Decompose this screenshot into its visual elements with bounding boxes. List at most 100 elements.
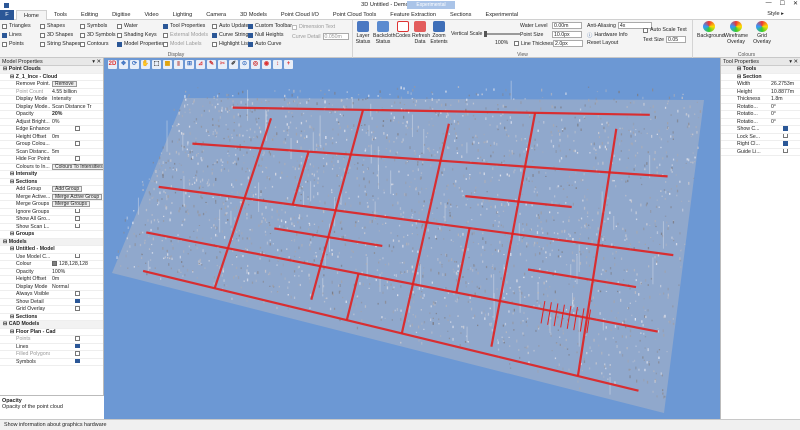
property-value[interactable]: 20% (50, 111, 103, 117)
checkbox[interactable] (75, 126, 80, 131)
property-value[interactable] (50, 298, 103, 306)
property-value[interactable]: 1.8m (769, 96, 800, 102)
move-icon[interactable]: ✥ (119, 60, 128, 69)
property-value[interactable] (50, 336, 103, 343)
category-row[interactable]: ⊟ Groups (0, 231, 103, 239)
checkbox-points[interactable]: Points (2, 41, 24, 47)
checkbox-contours[interactable]: Contours (80, 41, 109, 47)
property-value[interactable] (50, 291, 103, 298)
property-value[interactable]: 5m (50, 149, 103, 155)
category-row[interactable]: ⊟ Z_1_Ince - Cloud (0, 74, 103, 81)
property-value[interactable]: 100% (50, 269, 103, 275)
measure-icon[interactable]: ⊿ (196, 60, 205, 69)
backcloth-status-button[interactable]: Backcloth Status (373, 21, 396, 45)
point-size-input[interactable]: 10.0px (552, 31, 582, 38)
axis-icon[interactable]: ↕ (273, 60, 282, 69)
ribbon-tab-digitise[interactable]: Digitise (105, 10, 137, 20)
checkbox-highlight-list[interactable]: Highlight List (212, 41, 249, 47)
property-value[interactable]: Intensity (50, 96, 103, 102)
ribbon-tab-feature-extraction[interactable]: Feature Extraction (383, 10, 443, 20)
property-value[interactable]: Scan Distance Tr (50, 104, 103, 110)
ribbon-tab-experimental[interactable]: Experimental (478, 10, 525, 20)
minimize-button[interactable]: — (766, 0, 772, 7)
tag-icon[interactable]: ✐ (229, 60, 238, 69)
pin-icon[interactable]: ▾ ✕ (789, 58, 798, 66)
checkbox-triangles[interactable]: Triangles (2, 23, 31, 29)
category-row[interactable]: ⊟ Intensity (0, 171, 103, 179)
wireframe-overlay-button[interactable]: Wireframe Overlay (723, 21, 749, 45)
style-menu[interactable]: Style ▸ (767, 11, 784, 17)
maximize-button[interactable]: ☐ (780, 0, 785, 7)
property-value[interactable]: Add Group (50, 186, 103, 193)
layer-status-button[interactable]: Layer Status (355, 21, 371, 45)
checkbox[interactable] (75, 358, 80, 364)
point-cloud-scene[interactable] (104, 58, 720, 419)
checkbox-auto-curve[interactable]: Auto Curve (248, 41, 282, 47)
checkbox-shapes[interactable]: Shapes (40, 23, 65, 29)
checkbox[interactable] (75, 336, 80, 341)
checkbox[interactable] (75, 306, 80, 311)
property-value[interactable] (50, 141, 103, 148)
ribbon-tab-tools[interactable]: Tools (47, 10, 74, 20)
property-value[interactable] (50, 343, 103, 351)
checkbox[interactable] (75, 298, 80, 304)
auto-scale-text-checkbox[interactable]: Auto Scale Text (643, 27, 687, 33)
checkbox-auto-update[interactable]: Auto Update (212, 23, 248, 29)
target-icon[interactable]: ◎ (251, 60, 260, 69)
category-row[interactable]: ⊟ Tools (721, 66, 800, 74)
zoom-extents-button[interactable]: Zoom Extents (430, 21, 448, 45)
checkbox[interactable] (75, 351, 80, 356)
checkbox-symbols[interactable]: Symbols (80, 23, 107, 29)
property-value[interactable]: 128,128,128 (50, 261, 103, 267)
ribbon-tab-sections[interactable]: Sections (443, 10, 478, 20)
slider-thumb[interactable] (484, 31, 488, 37)
checkbox[interactable] (75, 253, 80, 259)
property-button[interactable]: Add Group (52, 186, 83, 193)
background-colour-button[interactable]: Background (697, 21, 725, 39)
category-row[interactable]: ⊟ Sections (0, 179, 103, 186)
property-value[interactable] (769, 141, 800, 148)
checkbox-string-shapes[interactable]: String Shapes (40, 41, 80, 47)
ribbon-tab-3d-models[interactable]: 3D Models (233, 10, 274, 20)
category-row[interactable]: ⊟ Untitled - Model (0, 246, 103, 254)
ribbon-tab-editing[interactable]: Editing (74, 10, 105, 20)
checkbox[interactable] (783, 141, 788, 146)
property-value[interactable]: 0° (769, 104, 800, 110)
category-row[interactable]: ⊟ Point Clouds (0, 66, 103, 74)
property-button[interactable]: Merge Active Group (52, 193, 103, 200)
property-value[interactable] (50, 208, 103, 216)
curve-detail-input[interactable]: 0.050m (322, 33, 349, 40)
property-value[interactable] (769, 133, 800, 141)
pin-icon[interactable]: ▾ ✕ (92, 58, 101, 66)
hardware-info-button[interactable]: ⓘ Hardware Info (587, 31, 628, 39)
ribbon-tab-lighting[interactable]: Lighting (166, 10, 200, 20)
layers-icon[interactable]: ▦ (163, 60, 172, 69)
pencil-icon[interactable]: ✎ (207, 60, 216, 69)
property-value[interactable] (50, 216, 103, 223)
property-value[interactable] (50, 306, 103, 313)
property-value[interactable]: 26.2753m (769, 81, 800, 87)
checkbox[interactable] (783, 133, 788, 139)
property-value[interactable]: Normal (50, 284, 103, 290)
checkbox-custom-toolbar[interactable]: Custom Toolbar (248, 23, 292, 29)
checkbox-external-models[interactable]: External Models (163, 32, 208, 38)
property-value[interactable]: 0m (50, 134, 103, 140)
checkbox[interactable] (783, 148, 788, 154)
ribbon-tab-point-cloud-tools[interactable]: Point Cloud Tools (326, 10, 383, 20)
scissors-icon[interactable]: ✂ (218, 60, 227, 69)
pan-icon[interactable]: ✋ (141, 60, 150, 69)
line-thickness-input[interactable]: 2.0px (553, 40, 583, 47)
checkbox-lines[interactable]: Lines (2, 32, 22, 38)
property-button[interactable]: Colours To Intensities (52, 163, 103, 170)
property-value[interactable] (50, 358, 103, 366)
dimension-text-checkbox[interactable]: Dimension Text (292, 24, 335, 30)
2d-view-icon[interactable]: 2D (108, 60, 117, 69)
checkbox[interactable] (783, 126, 788, 131)
property-value[interactable]: Colours To Intensities (50, 163, 103, 170)
record-icon[interactable]: ◉ (262, 60, 271, 69)
property-value[interactable] (50, 223, 103, 231)
checkbox-model-labels[interactable]: Model Labels (163, 41, 202, 47)
ruler-icon[interactable]: ▮ (174, 60, 183, 69)
checkbox-null-heights[interactable]: Null Heights (248, 32, 284, 38)
file-tab[interactable]: F (0, 9, 14, 20)
